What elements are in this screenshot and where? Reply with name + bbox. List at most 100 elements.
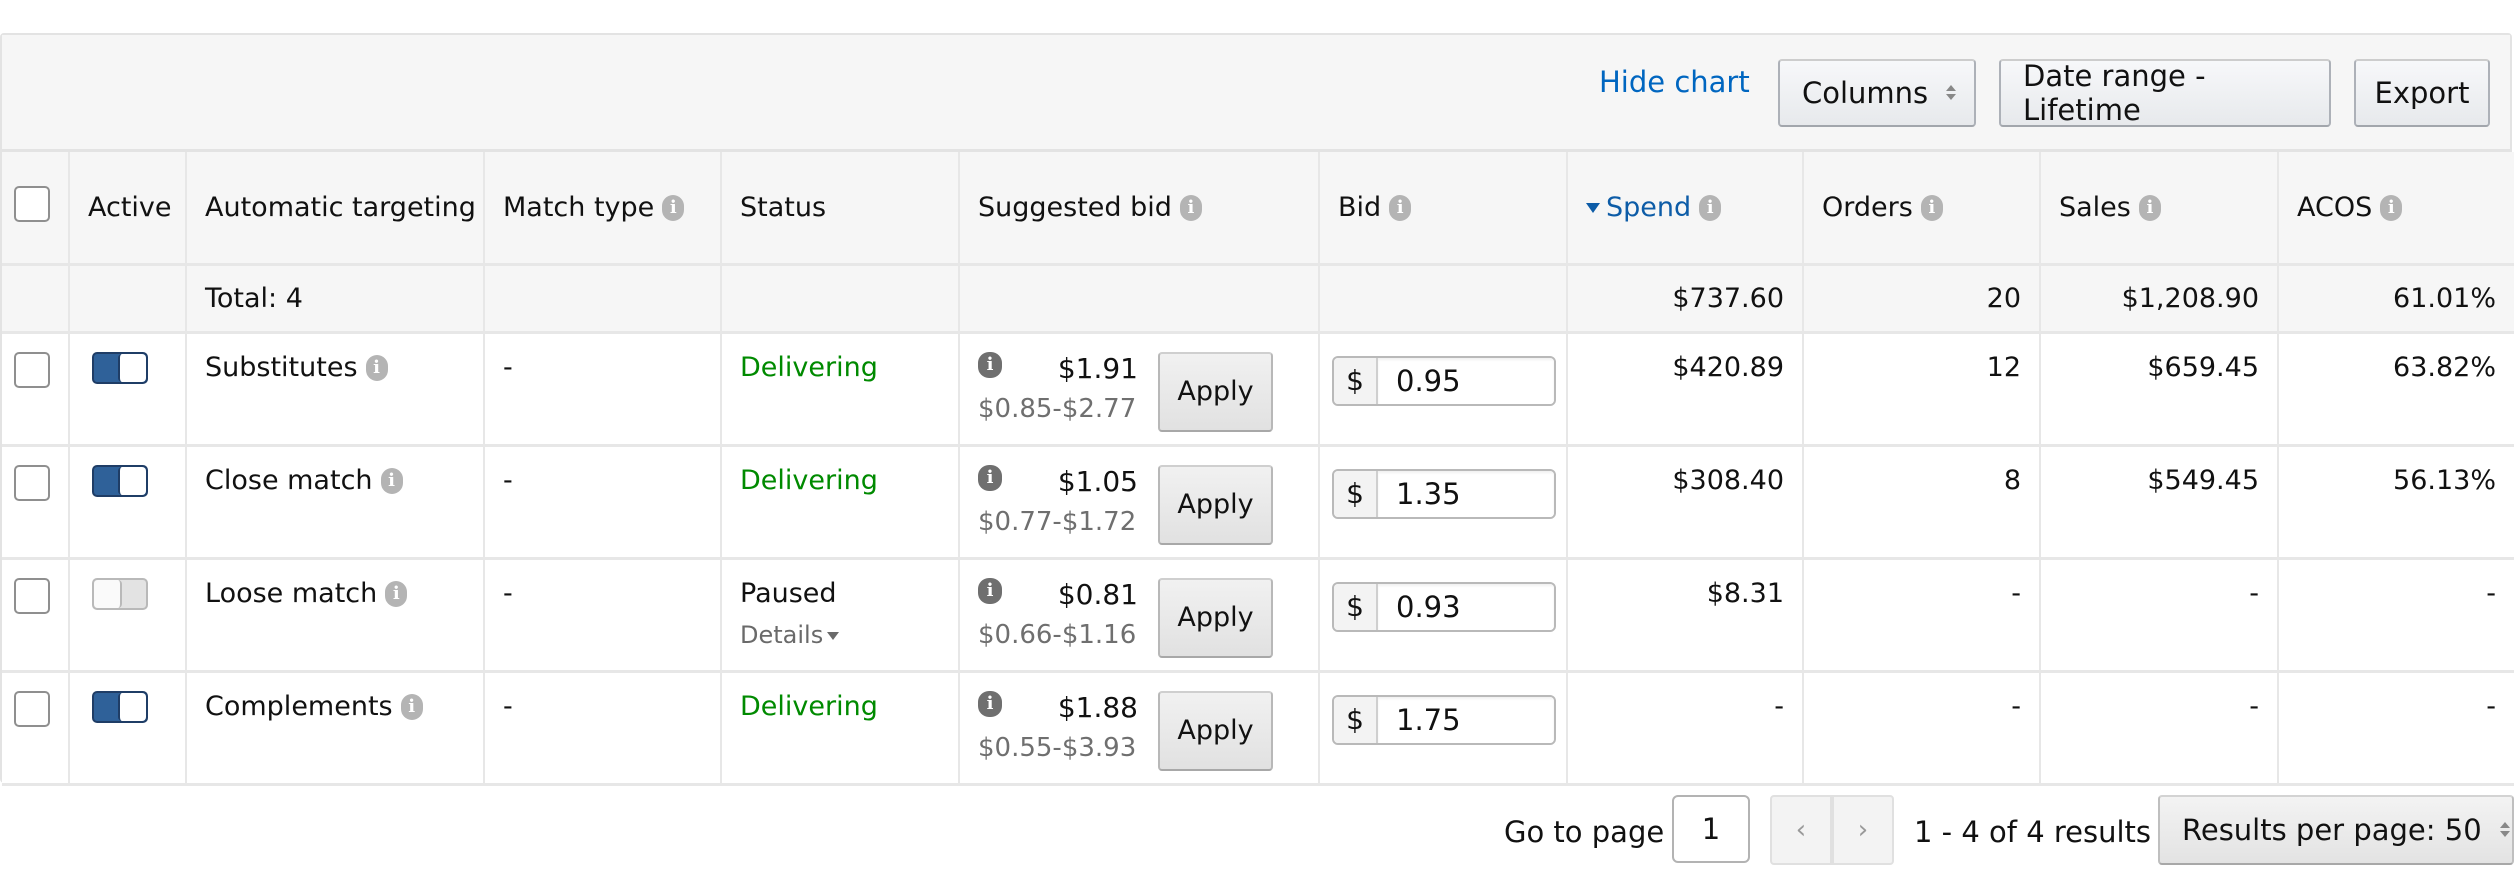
status-text: Delivering bbox=[740, 351, 878, 383]
info-icon[interactable]: i bbox=[978, 690, 1002, 717]
info-icon[interactable]: i bbox=[365, 355, 388, 381]
bid-cell: $ bbox=[1319, 445, 1568, 560]
select-all-checkbox[interactable] bbox=[14, 185, 50, 222]
suggested-bid-cell: i $0.81 $0.66-$1.16 Apply bbox=[959, 558, 1320, 673]
info-icon[interactable]: i bbox=[1920, 195, 1943, 222]
currency-prefix: $ bbox=[1334, 696, 1378, 743]
suggested-bid-value: $1.91 bbox=[1057, 351, 1138, 385]
header-label: Suggested bid bbox=[978, 191, 1172, 223]
header-group[interactable]: Automatic targeting gr bbox=[186, 152, 485, 266]
header-match-type[interactable]: Match type i bbox=[484, 152, 722, 266]
sort-updown-icon bbox=[1946, 83, 1956, 103]
suggested-bid-cell: i $1.05 $0.77-$1.72 Apply bbox=[959, 445, 1320, 560]
results-per-page-label: Results per page: 50 bbox=[2182, 813, 2482, 847]
header-label: Orders bbox=[1822, 191, 1913, 223]
group-cell: Loose match i bbox=[186, 558, 485, 673]
suggested-bid-range: $0.77-$1.72 bbox=[978, 506, 1137, 537]
sales-cell: $549.45 bbox=[2040, 445, 2279, 560]
caret-down-icon bbox=[827, 631, 840, 640]
status-text: Paused bbox=[740, 577, 837, 609]
header-acos[interactable]: ACOS i bbox=[2278, 152, 2514, 266]
table-row: Close match i - Delivering i $1.05 $0.77-… bbox=[2, 445, 2514, 560]
match-type-cell: - bbox=[484, 445, 722, 560]
sales-cell: - bbox=[2040, 558, 2279, 673]
row-checkbox[interactable] bbox=[14, 690, 50, 727]
info-icon[interactable]: i bbox=[978, 351, 1002, 378]
date-range-button[interactable]: Date range - Lifetime bbox=[1999, 59, 2331, 127]
totals-cell-empty bbox=[484, 264, 722, 334]
bid-input[interactable] bbox=[1378, 470, 1554, 517]
totals-cell-empty bbox=[721, 264, 960, 334]
totals-cell-empty bbox=[959, 264, 1320, 334]
apply-button[interactable]: Apply bbox=[1158, 464, 1273, 545]
suggested-bid-value: $1.88 bbox=[1057, 690, 1138, 724]
group-name: Complements bbox=[205, 690, 393, 722]
info-icon[interactable]: i bbox=[1179, 195, 1202, 222]
suggested-bid-range: $0.85-$2.77 bbox=[978, 393, 1137, 424]
orders-cell: - bbox=[1803, 671, 2041, 786]
header-active[interactable]: Active bbox=[69, 152, 187, 266]
info-icon[interactable]: i bbox=[400, 694, 423, 720]
group-name: Close match bbox=[205, 464, 373, 496]
header-spend[interactable]: Spend i bbox=[1567, 152, 1804, 266]
bid-input-group: $ bbox=[1332, 355, 1556, 406]
chevron-left-icon: ‹ bbox=[1795, 815, 1807, 845]
pagination: Go to page ‹ › 1 - 4 of 4 results Result… bbox=[0, 795, 2519, 865]
group-name: Loose match bbox=[205, 577, 378, 609]
toggle-knob bbox=[118, 466, 146, 495]
group-name: Substitutes bbox=[205, 351, 358, 383]
info-icon[interactable]: i bbox=[2138, 195, 2161, 222]
status-text: Delivering bbox=[740, 690, 878, 722]
row-checkbox[interactable] bbox=[14, 464, 50, 501]
info-icon[interactable]: i bbox=[978, 577, 1002, 604]
bid-input[interactable] bbox=[1378, 583, 1554, 630]
active-toggle[interactable] bbox=[92, 464, 148, 497]
next-page-button[interactable]: › bbox=[1832, 795, 1894, 865]
suggested-bid-cell: i $1.91 $0.85-$2.77 Apply bbox=[959, 332, 1320, 447]
info-icon[interactable]: i bbox=[385, 581, 408, 607]
status-cell: Paused Details bbox=[721, 558, 960, 673]
row-checkbox[interactable] bbox=[14, 351, 50, 388]
bid-cell: $ bbox=[1319, 332, 1568, 447]
toggle-knob bbox=[118, 692, 146, 721]
suggested-bid-value: $1.05 bbox=[1057, 464, 1138, 498]
apply-button[interactable]: Apply bbox=[1158, 351, 1273, 432]
match-type-cell: - bbox=[484, 671, 722, 786]
group-cell: Close match i bbox=[186, 445, 485, 560]
info-icon[interactable]: i bbox=[662, 195, 685, 222]
status-cell: Delivering bbox=[721, 445, 960, 560]
prev-page-button[interactable]: ‹ bbox=[1770, 795, 1832, 865]
hide-chart-link[interactable]: Hide chart bbox=[1599, 65, 1750, 99]
header-sales[interactable]: Sales i bbox=[2040, 152, 2279, 266]
info-icon[interactable]: i bbox=[2380, 195, 2403, 222]
row-checkbox[interactable] bbox=[14, 577, 50, 614]
active-toggle[interactable] bbox=[92, 351, 148, 384]
active-toggle[interactable] bbox=[92, 577, 148, 610]
header-bid[interactable]: Bid i bbox=[1319, 152, 1568, 266]
header-suggested-bid[interactable]: Suggested bid i bbox=[959, 152, 1320, 266]
info-icon[interactable]: i bbox=[1699, 195, 1722, 222]
info-icon[interactable]: i bbox=[978, 464, 1002, 491]
header-status[interactable]: Status bbox=[721, 152, 960, 266]
active-cell bbox=[69, 671, 187, 786]
columns-button[interactable]: Columns bbox=[1778, 59, 1976, 127]
row-select-cell bbox=[2, 332, 70, 447]
goto-page-input[interactable] bbox=[1672, 795, 1750, 863]
info-icon[interactable]: i bbox=[1389, 195, 1412, 222]
info-icon[interactable]: i bbox=[380, 468, 403, 494]
bid-cell: $ bbox=[1319, 558, 1568, 673]
export-button[interactable]: Export bbox=[2354, 59, 2490, 127]
currency-prefix: $ bbox=[1334, 583, 1378, 630]
status-details-link[interactable]: Details bbox=[740, 621, 840, 649]
results-per-page-select[interactable]: Results per page: 50 bbox=[2158, 795, 2514, 865]
orders-cell: 12 bbox=[1803, 332, 2041, 447]
row-select-cell bbox=[2, 445, 70, 560]
bid-input[interactable] bbox=[1378, 357, 1554, 404]
sales-cell: - bbox=[2040, 671, 2279, 786]
bid-input[interactable] bbox=[1378, 696, 1554, 743]
active-toggle[interactable] bbox=[92, 690, 148, 723]
apply-button[interactable]: Apply bbox=[1158, 577, 1273, 658]
totals-spend: $737.60 bbox=[1567, 264, 1804, 334]
header-orders[interactable]: Orders i bbox=[1803, 152, 2041, 266]
apply-button[interactable]: Apply bbox=[1158, 690, 1273, 771]
